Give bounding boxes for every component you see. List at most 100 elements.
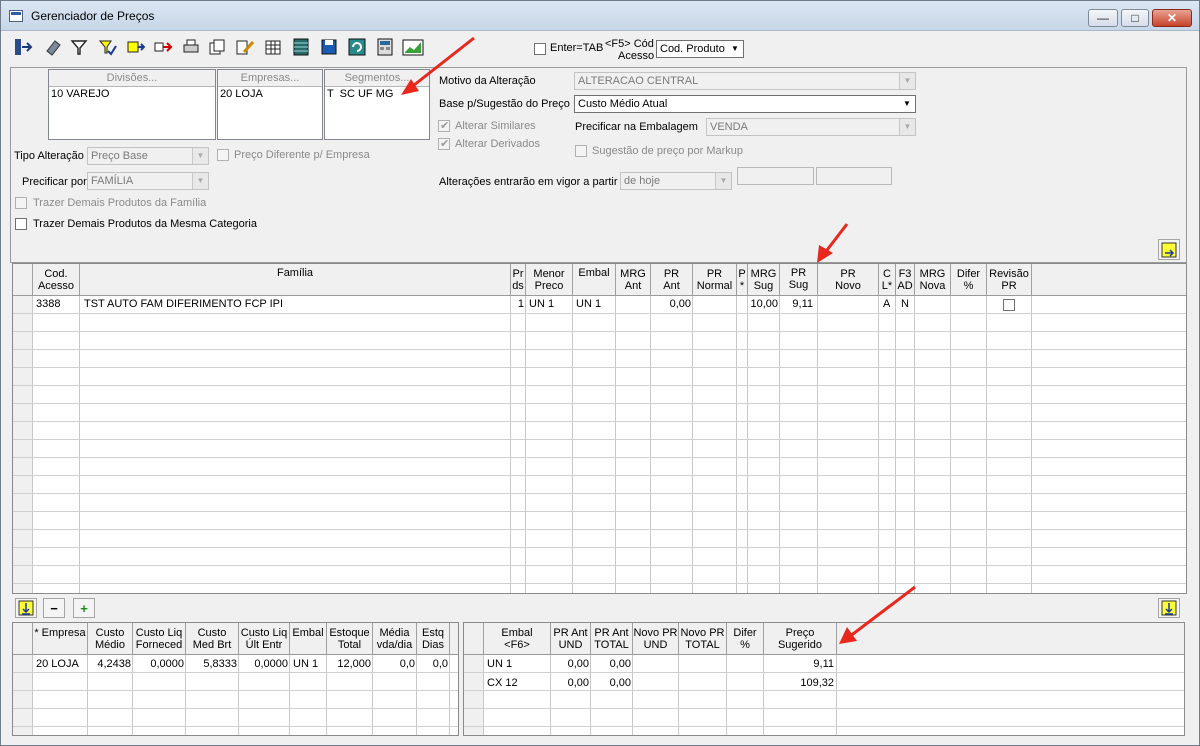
calc-icon[interactable] (373, 34, 397, 60)
cell-pr-ant-und[interactable]: 0,00 (551, 658, 589, 670)
col-pr-ant-total[interactable]: PR Ant TOTAL (591, 623, 633, 654)
exit-icon[interactable] (11, 34, 35, 60)
cell-embal[interactable]: CX 12 (487, 677, 518, 689)
vigor-select[interactable]: de hoje ▼ (620, 172, 732, 190)
col-novo-pr-und[interactable]: Novo PR UND (633, 623, 679, 654)
col-estoque-total[interactable]: Estoque Total (327, 623, 373, 654)
cod-acesso-select[interactable]: Cod. Produto ▼ (656, 40, 744, 58)
col-custo-med-brt[interactable]: Custo Med Brt (186, 623, 239, 654)
col-cl[interactable]: C L* (879, 264, 896, 295)
col-embal[interactable]: Embal (573, 264, 616, 295)
cell-embal[interactable]: UN 1 (487, 658, 512, 670)
divisoes-header[interactable]: Divisões... (49, 70, 215, 87)
cell-menor-preco[interactable]: UN 1 (529, 298, 554, 310)
cell-mrg-sug[interactable]: 10,00 (748, 298, 778, 310)
col-f3ad[interactable]: F3 AD (896, 264, 915, 295)
save-icon[interactable] (317, 34, 341, 60)
cell-custo-liq-ult-entr[interactable]: 0,0000 (239, 658, 288, 670)
alterar-similares-checkbox[interactable] (438, 119, 450, 132)
col-familia[interactable]: Família (80, 264, 511, 295)
trazer-familia-checkbox[interactable] (15, 197, 27, 209)
segmentos-header[interactable]: Segmentos... (325, 70, 429, 87)
cell-pr-ant-total[interactable]: 0,00 (591, 677, 631, 689)
col-revisao-pr[interactable]: Revisão PR (987, 264, 1032, 295)
col-cod-acesso[interactable]: Cod. Acesso (33, 264, 80, 295)
col-pr-ant-und[interactable]: PR Ant UND (551, 623, 591, 654)
cell-preco-sugerido[interactable]: 109,32 (764, 677, 834, 689)
col-embal-f6[interactable]: Embal <F6> (484, 623, 551, 654)
col-prds[interactable]: Pr ds (511, 264, 526, 295)
cell-estoque-total[interactable]: 12,000 (327, 658, 371, 670)
divisoes-list[interactable]: Divisões... 10 VAREJO (48, 69, 216, 140)
cell-cod[interactable]: 3388 (36, 298, 60, 310)
empresas-header[interactable]: Empresas... (218, 70, 322, 87)
col-pr-novo[interactable]: PR Novo (818, 264, 879, 295)
col-custo-liq-ult-entr[interactable]: Custo Liq Últ Entr (239, 623, 290, 654)
cell-familia[interactable]: TST AUTO FAM DIFERIMENTO FCP IPI (84, 298, 283, 310)
cell-embal[interactable]: UN 1 (576, 298, 601, 310)
cell-cl[interactable]: A (883, 298, 890, 310)
cell-estq-dias[interactable]: 0,0 (417, 658, 448, 670)
cell-pr-ant-und[interactable]: 0,00 (551, 677, 589, 689)
tipo-alteracao-select[interactable]: Preço Base ▼ (87, 147, 209, 165)
col-p[interactable]: P * (737, 264, 748, 295)
cell-pr-ant[interactable]: 0,00 (651, 298, 691, 310)
cell-custo-med-brt[interactable]: 5,8333 (186, 658, 237, 670)
grid-icon[interactable] (261, 34, 285, 60)
refresh-icon[interactable] (345, 34, 369, 60)
sugestao-markup-checkbox[interactable] (575, 145, 587, 157)
cell-custo-medio[interactable]: 4,2438 (88, 658, 131, 670)
revisao-pr-checkbox[interactable] (1003, 299, 1015, 311)
empresas-list[interactable]: Empresas... 20 LOJA (217, 69, 323, 140)
col-pr-sug[interactable]: PR Sug (780, 264, 818, 295)
col-empresa[interactable]: * Empresa (33, 623, 88, 654)
col-estq-dias[interactable]: Estq Dias (417, 623, 450, 654)
alterar-derivados-checkbox[interactable] (438, 137, 450, 150)
maximize-button[interactable]: □ (1121, 9, 1149, 27)
vigor-date-field[interactable] (737, 167, 814, 185)
col-custo-medio[interactable]: Custo Médio (88, 623, 133, 654)
col-mrg-ant[interactable]: MRG Ant (616, 264, 651, 295)
precificar-embalagem-select[interactable]: VENDA ▼ (706, 118, 916, 136)
move-right-icon[interactable] (151, 34, 175, 60)
export-icon[interactable] (1158, 239, 1180, 260)
col-media-vda-dia[interactable]: Média vda/dia (373, 623, 417, 654)
cell-empresa[interactable]: 20 LOJA (36, 658, 79, 670)
col-custo-liq-forneced[interactable]: Custo Liq Forneced (133, 623, 186, 654)
filter-check-icon[interactable] (95, 34, 119, 60)
cell-media-vda-dia[interactable]: 0,0 (373, 658, 415, 670)
add-row-icon[interactable] (123, 34, 147, 60)
edit-icon[interactable] (233, 34, 257, 60)
precificar-por-select[interactable]: FAMÍLIA ▼ (87, 172, 209, 190)
cell-custo-liq-forneced[interactable]: 0,0000 (133, 658, 184, 670)
cell-pr-sug[interactable]: 9,11 (780, 298, 813, 310)
preco-diferente-checkbox[interactable] (217, 149, 229, 161)
embalagem-grid[interactable]: Embal <F6> PR Ant UND PR Ant TOTAL Novo … (463, 622, 1185, 736)
col-preco-sugerido[interactable]: Preço Sugerido (764, 623, 837, 654)
col-pr-normal[interactable]: PR Normal (693, 264, 737, 295)
col-mrg-nova[interactable]: MRG Nova (915, 264, 951, 295)
vigor-time-field[interactable] (816, 167, 892, 185)
col-novo-pr-total[interactable]: Novo PR TOTAL (679, 623, 727, 654)
add-empresa-icon[interactable] (15, 598, 37, 618)
cell-preco-sugerido[interactable]: 9,11 (764, 658, 834, 670)
cell-pr-ant-total[interactable]: 0,00 (591, 658, 631, 670)
eraser-icon[interactable] (41, 34, 65, 60)
remove-row-button[interactable]: − (43, 598, 65, 618)
cell-f3ad[interactable]: N (901, 298, 909, 310)
add-row-button[interactable]: + (73, 598, 95, 618)
copy-icon[interactable] (205, 34, 229, 60)
empresa-grid[interactable]: * Empresa Custo Médio Custo Liq Forneced… (12, 622, 459, 736)
col-menor-preco[interactable]: Menor Preco (526, 264, 573, 295)
table-icon[interactable] (289, 34, 313, 60)
chart-icon[interactable] (401, 34, 425, 60)
col-embal[interactable]: Embal (290, 623, 327, 654)
filter-icon[interactable] (67, 34, 91, 60)
familia-grid[interactable]: Cod. Acesso Família Pr ds Menor Preco Em… (12, 263, 1187, 594)
enter-tab-checkbox[interactable] (534, 43, 546, 55)
print-icon[interactable] (179, 34, 203, 60)
cell-prds[interactable]: 1 (511, 298, 524, 310)
col-difer[interactable]: Difer % (727, 623, 764, 654)
minimize-button[interactable]: — (1088, 9, 1118, 27)
motivo-select[interactable]: ALTERACAO CENTRAL ▼ (574, 72, 916, 90)
